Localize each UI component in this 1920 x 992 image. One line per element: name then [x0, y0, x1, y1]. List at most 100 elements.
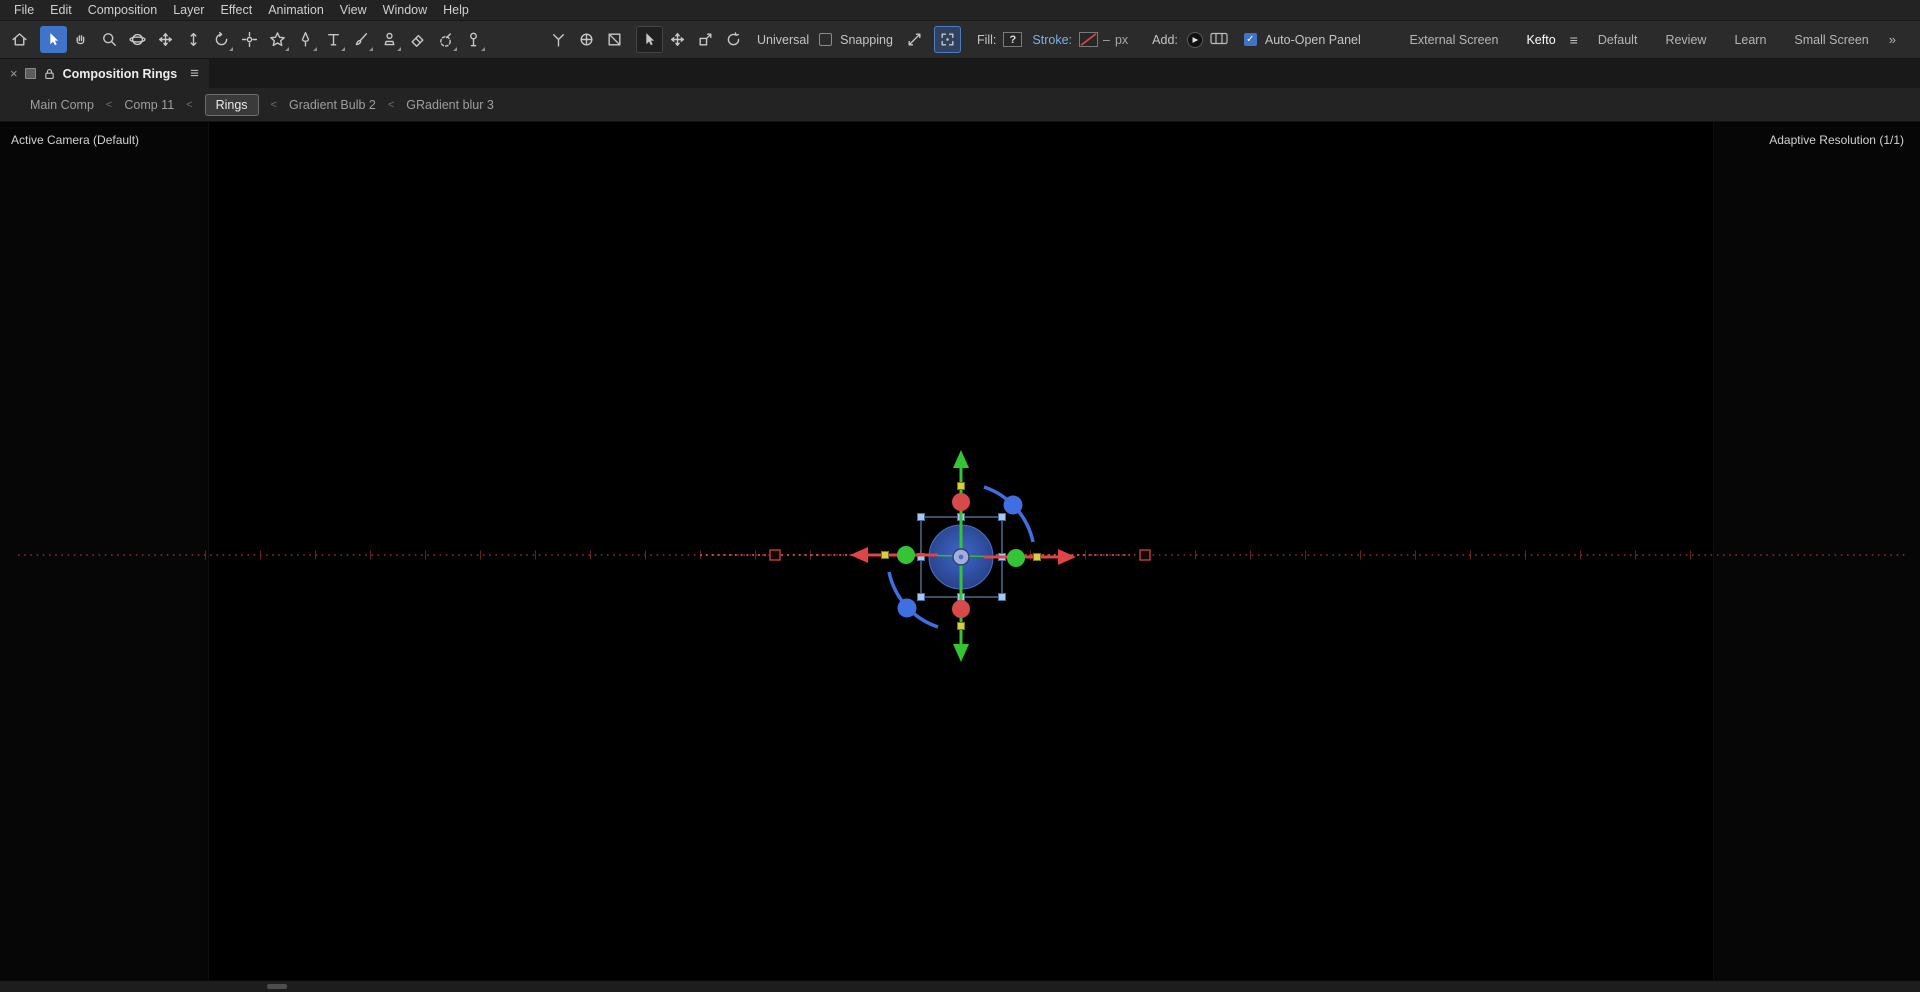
type-tool-icon[interactable]	[320, 26, 347, 53]
breadcrumb-separator: <	[186, 98, 193, 111]
breadcrumb-gradient-bulb-2[interactable]: Gradient Bulb 2	[289, 98, 376, 112]
workspace-default[interactable]: Default	[1584, 27, 1652, 53]
workspace-review[interactable]: Review	[1651, 27, 1720, 53]
eraser-icon[interactable]	[404, 26, 431, 53]
fill-group: Fill: ?	[975, 32, 1023, 47]
hand-tool-icon[interactable]	[68, 26, 95, 53]
auto-open-label[interactable]: Auto-Open Panel	[1263, 33, 1363, 47]
gizmo-scale-icon[interactable]	[692, 26, 719, 53]
menu-animation[interactable]: Animation	[260, 0, 332, 20]
breadcrumb-gradient-blur-3[interactable]: GRadient blur 3	[406, 98, 494, 112]
menu-composition[interactable]: Composition	[80, 0, 165, 20]
z-rotation-handle[interactable]	[1003, 495, 1023, 515]
x-rotation-handle[interactable]	[952, 600, 970, 618]
menu-layer[interactable]: Layer	[165, 0, 212, 20]
workspace-bar: External Screen Kefto ≡ Default Review L…	[1396, 27, 1914, 53]
selection-tool-icon[interactable]	[40, 26, 67, 53]
fill-swatch[interactable]: ?	[1003, 32, 1023, 47]
tool-group-main	[6, 26, 487, 53]
orbit-camera-icon[interactable]	[124, 26, 151, 53]
z-rotation-arc-bottom[interactable]	[887, 571, 939, 629]
home-icon[interactable]	[6, 26, 33, 53]
menu-view[interactable]: View	[332, 0, 375, 20]
close-icon[interactable]: ×	[10, 67, 18, 80]
dolly-camera-icon[interactable]	[180, 26, 207, 53]
composition-breadcrumb: Main Comp < Comp 11 < Rings < Gradient B…	[0, 88, 1920, 122]
composition-viewer[interactable]: Active Camera (Default) Adaptive Resolut…	[0, 122, 1920, 980]
stroke-unit-label: px	[1114, 32, 1129, 47]
snapping-label[interactable]: Snapping	[838, 33, 895, 47]
keyframe-marker[interactable]	[769, 549, 781, 561]
zoom-tool-icon[interactable]	[96, 26, 123, 53]
pan-camera-icon[interactable]	[152, 26, 179, 53]
world-axis-icon[interactable]	[573, 26, 600, 53]
pan-behind-anchor-icon[interactable]	[236, 26, 263, 53]
menu-file[interactable]: File	[6, 0, 42, 20]
panel-menu-icon[interactable]: ≡	[190, 65, 199, 82]
auto-open-group: ✓ Auto-Open Panel	[1243, 33, 1363, 47]
snap-extents-icon[interactable]	[901, 26, 928, 53]
snapping-checkbox[interactable]	[819, 33, 833, 46]
viewer-scroll-strip	[0, 980, 1920, 992]
snapping-group: Snapping	[819, 26, 961, 53]
x-rotation-handle[interactable]	[952, 493, 970, 511]
menu-bar: File Edit Composition Layer Effect Anima…	[0, 0, 1920, 20]
composition-panel-tab[interactable]: × Composition Rings ≡	[0, 59, 209, 88]
clone-stamp-icon[interactable]	[376, 26, 403, 53]
breadcrumb-separator: <	[270, 98, 277, 111]
transform-gizmo[interactable]	[0, 122, 1920, 980]
breadcrumb-main-comp[interactable]: Main Comp	[30, 98, 94, 112]
menu-effect[interactable]: Effect	[212, 0, 260, 20]
workspace-external-screen[interactable]: External Screen	[1396, 27, 1513, 53]
stroke-label[interactable]: Stroke:	[1030, 33, 1074, 47]
stroke-swatch[interactable]	[1079, 32, 1098, 47]
auto-open-checkbox[interactable]: ✓	[1243, 33, 1257, 46]
panel-thumbnail-icon	[24, 68, 36, 79]
local-axis-icon[interactable]	[545, 26, 572, 53]
lock-icon[interactable]	[43, 67, 56, 81]
breadcrumb-rings-active[interactable]: Rings	[204, 93, 259, 116]
keyframe-marker[interactable]	[1139, 549, 1151, 561]
tool-bar: Universal Snapping Fill: ? Stroke: – px …	[0, 20, 1920, 59]
y-rotation-handle[interactable]	[1007, 549, 1025, 567]
menu-help[interactable]: Help	[435, 0, 477, 20]
workspace-kefto[interactable]: Kefto	[1512, 27, 1569, 53]
menu-edit[interactable]: Edit	[42, 0, 80, 20]
active-camera-label[interactable]: Active Camera (Default)	[11, 133, 139, 147]
add-play-icon[interactable]: ▶	[1186, 31, 1203, 48]
brush-tool-icon[interactable]	[348, 26, 375, 53]
rotation-tool-icon[interactable]	[208, 26, 235, 53]
roto-brush-icon[interactable]	[432, 26, 459, 53]
horizontal-scrollbar-thumb[interactable]	[267, 984, 287, 989]
z-rotation-arc-top[interactable]	[983, 485, 1035, 543]
add-label: Add:	[1152, 32, 1178, 47]
z-rotation-handle[interactable]	[897, 598, 917, 618]
shape-tool-icon[interactable]	[264, 26, 291, 53]
y-rotation-handle[interactable]	[897, 546, 915, 564]
view-axis-icon[interactable]	[601, 26, 628, 53]
workspace-menu-icon[interactable]: ≡	[1570, 32, 1584, 48]
gizmo-mode-group	[636, 26, 747, 53]
workspace-overflow-icon[interactable]: »	[1883, 32, 1902, 47]
menu-window[interactable]: Window	[375, 0, 435, 20]
gizmo-mode-label[interactable]: Universal	[755, 33, 811, 47]
gizmo-select-icon[interactable]	[636, 26, 663, 53]
breadcrumb-comp-11[interactable]: Comp 11	[124, 98, 174, 112]
gizmo-rotation-icon[interactable]	[720, 26, 747, 53]
gizmo-position-icon[interactable]	[664, 26, 691, 53]
snap-bounds-icon[interactable]	[933, 26, 961, 53]
breadcrumb-separator: <	[387, 98, 395, 111]
panel-title: Composition Rings	[62, 66, 178, 81]
anchor-point-center	[958, 554, 964, 560]
tool-options: Universal Snapping Fill: ? Stroke: – px …	[545, 26, 1363, 53]
adaptive-resolution-label[interactable]: Adaptive Resolution (1/1)	[1769, 133, 1904, 147]
footage-icon[interactable]	[1210, 31, 1228, 49]
workspace-learn[interactable]: Learn	[1720, 27, 1780, 53]
puppet-pin-icon[interactable]	[460, 26, 487, 53]
stroke-width-value[interactable]: –	[1103, 33, 1110, 47]
pen-tool-icon[interactable]	[292, 26, 319, 53]
stroke-group: Stroke: – px	[1030, 32, 1128, 47]
fill-label[interactable]: Fill:	[975, 33, 998, 47]
axis-mode-group	[545, 26, 628, 53]
workspace-small-screen[interactable]: Small Screen	[1780, 27, 1882, 53]
